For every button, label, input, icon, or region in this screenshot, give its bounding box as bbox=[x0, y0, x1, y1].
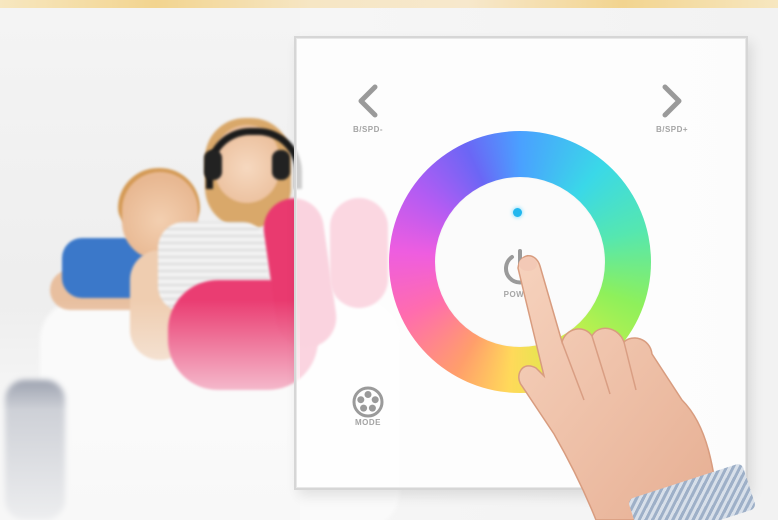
headphones-left-cup bbox=[204, 150, 222, 180]
headphones-right-cup bbox=[272, 150, 290, 180]
status-indicator-led bbox=[513, 208, 522, 217]
mode-label: MODE bbox=[355, 418, 381, 427]
chevron-left-icon bbox=[342, 84, 394, 125]
mode-button[interactable]: MODE bbox=[344, 386, 392, 427]
speed-down-label: B/SPD- bbox=[352, 125, 384, 134]
chevron-right-icon bbox=[646, 84, 698, 125]
film-reel-icon bbox=[352, 386, 384, 418]
photo-scene: B/SPD- B/SPD+ POWER MODE bbox=[0, 0, 778, 520]
top-strip bbox=[0, 0, 778, 8]
speed-down-button[interactable]: B/SPD- bbox=[342, 84, 394, 134]
speed-up-label: B/SPD+ bbox=[655, 125, 689, 134]
foreground-fade bbox=[0, 300, 300, 520]
speed-up-button[interactable]: B/SPD+ bbox=[646, 84, 698, 134]
